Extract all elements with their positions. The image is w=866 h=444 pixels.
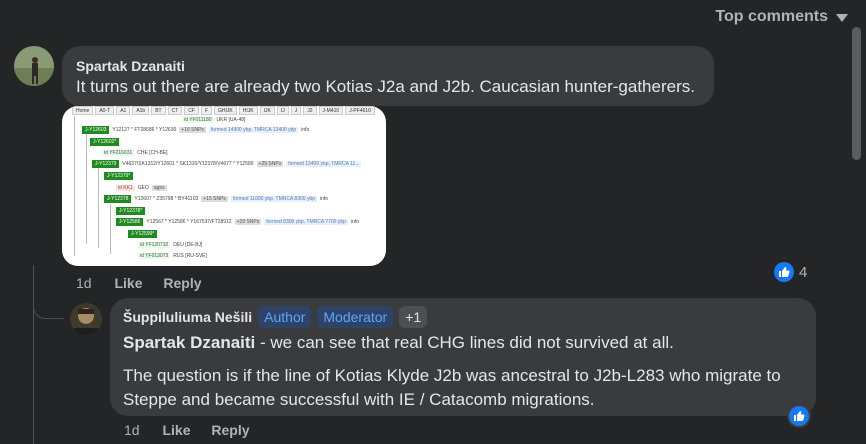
haplotree-tab: J2 (303, 106, 317, 115)
reply-author[interactable]: Šuppiluliuma Nešili (123, 309, 252, 325)
more-badges[interactable]: +1 (399, 306, 428, 328)
tree-row: J-Y12379* (104, 172, 134, 180)
reply-button[interactable]: Reply (211, 422, 249, 438)
timestamp[interactable]: 1d (76, 275, 92, 291)
mention-link[interactable]: Spartak Dzanaiti (123, 333, 255, 352)
comment-text: It turns out there are already two Kotia… (76, 77, 695, 96)
reply-header: Šuppiluliuma Nešili Author Moderator +1 (123, 306, 428, 328)
haplotree-tab: A1b (132, 106, 150, 115)
tree-row: J-Y12586 Y12567 * Y12586 * Y167537/FT289… (116, 218, 359, 226)
tree-row: id KK1 GEO ages (116, 185, 167, 191)
scrollbar[interactable] (852, 27, 861, 160)
haplotree-tab: GHIJK (214, 106, 237, 115)
haplotree-tab: J (290, 106, 302, 115)
haplotree-tab: A1 (116, 106, 131, 115)
tree-row: J-Y12599* (128, 230, 158, 238)
haplotree-tab: J-PF4610 (345, 106, 375, 115)
haplotree-tab: CF (184, 106, 199, 115)
haplotree-tab: IJK (259, 106, 275, 115)
reaction-count[interactable]: 4 (774, 262, 807, 282)
haplotree-tab: J-M410 (318, 106, 344, 115)
tree-row: id YF016031 CHE [CH-BE] (102, 150, 168, 156)
tree-row: J-Y12379 V4637/SK1312/Y12601 * SK1316/Y1… (92, 160, 362, 168)
comment-author[interactable]: Spartak Dzanaiti (76, 58, 185, 74)
thread-connector (33, 290, 64, 319)
haplotree-tab: CT (167, 106, 183, 115)
reply-actions: 1d Like Reply (124, 422, 267, 438)
haplotree-tab: F (200, 106, 213, 115)
haplotree-tab: HIJK (238, 106, 258, 115)
author-badge: Author (258, 306, 312, 328)
comment-attachment-image[interactable]: Home A0-T A1 A1b BT CT CF F GHIJK HIJK IJK IJ J J2 J-M… (62, 106, 386, 266)
haplotree-tab: BT (151, 106, 166, 115)
thumbs-up-icon (774, 262, 794, 282)
tree-row: J-Y12603 Y12127 * FT28686 * Y12630 +16 S… (82, 126, 309, 134)
tree-row: id YF120732 DEU [DE-BJ] (138, 242, 203, 248)
reply-reaction[interactable] (789, 406, 809, 426)
tree-row: id YF013073 RUS [RU-SVE] (138, 253, 207, 259)
comment-actions: 1d Like Reply (76, 275, 219, 291)
sort-label: Top comments (715, 8, 828, 25)
haplotree-tab: A0-T (95, 106, 115, 115)
tree-row: J-Y12602* (90, 138, 120, 146)
top-comments-sort[interactable]: Top comments (715, 8, 848, 26)
like-button[interactable]: Like (114, 275, 142, 291)
chevron-down-icon (836, 14, 848, 22)
tree-row: id YF011180 UKR [UA-48] (182, 117, 246, 123)
reply-button[interactable]: Reply (163, 275, 201, 291)
moderator-badge: Moderator (317, 306, 394, 328)
haplotree-tab: Home (72, 106, 94, 115)
tree-row: J-Y12378 Y12607 * Z35798 * BY41103 +15 S… (104, 195, 328, 203)
avatar[interactable] (14, 46, 54, 86)
reply-text-line1: Spartak Dzanaiti - we can see that real … (123, 333, 674, 352)
thumbs-up-icon (789, 406, 809, 426)
tree-row: J-Y12378* (116, 207, 146, 215)
haplotree-tab: IJ (276, 106, 289, 115)
timestamp[interactable]: 1d (124, 422, 140, 438)
like-button[interactable]: Like (162, 422, 190, 438)
reply-text-line2: The question is if the line of Kotias Kl… (123, 366, 781, 409)
avatar[interactable] (70, 303, 102, 335)
haplotree-tabs: Home A0-T A1 A1b BT CT CF F GHIJK HIJK IJK IJ J J2 J-M… (72, 106, 375, 115)
